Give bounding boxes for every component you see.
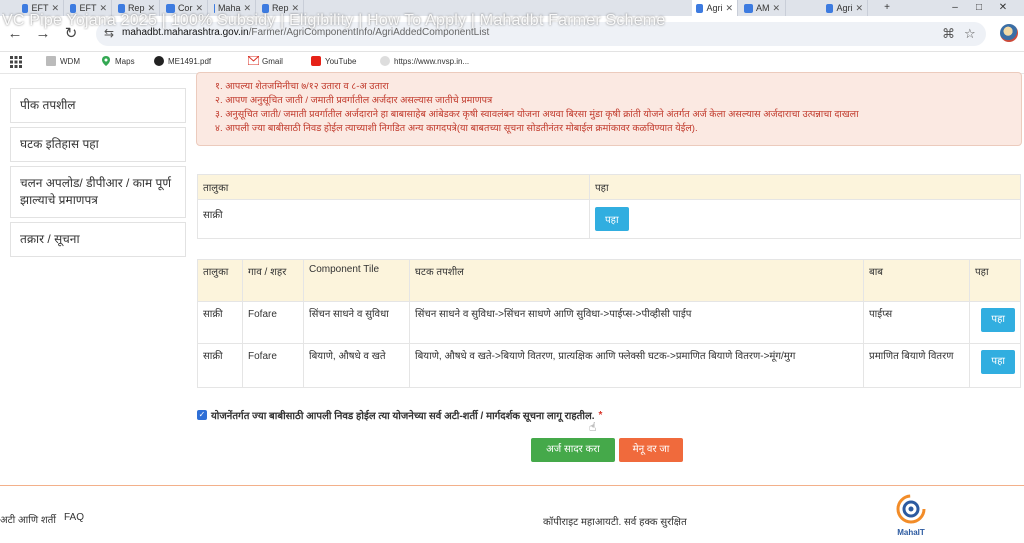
view-button[interactable]: पहा	[981, 308, 1015, 332]
table-header-row: तालुका गाव / शहर Component Tile घटक तपशी…	[197, 259, 1021, 302]
mahait-logo: MahaIT	[888, 493, 934, 541]
bookmark-item[interactable]: Gmail	[247, 55, 283, 66]
maps-pin-icon	[101, 56, 111, 66]
view-button[interactable]: पहा	[595, 207, 629, 231]
tab-favicon	[826, 3, 834, 13]
bookmark-item[interactable]: https://www.nvsp.in...	[380, 56, 469, 66]
detail-cell: सिंचन साधने व सुविधा->सिंचन साधणे आणि सु…	[409, 301, 864, 344]
browser-tab[interactable]: Agri ✕	[822, 0, 868, 16]
maximize-icon[interactable]: □	[972, 2, 986, 14]
notice-line: ३. अनुसूचित जाती/ जमाती प्रवर्गातील अर्ज…	[215, 109, 859, 120]
sidebar-item-crop-details[interactable]: पीक तपशील	[10, 88, 186, 123]
notice-line: ४. आपली ज्या बाबीसाठी निवड होईल त्याच्या…	[215, 123, 698, 134]
footer-terms-link[interactable]: अटी आणि शर्ती	[0, 512, 56, 526]
column-header: तालुका	[197, 174, 590, 200]
detail-cell: बियाणे, औषधे व खते->बियाणे वितरण, प्रात्…	[409, 343, 864, 388]
terms-text: योजनेंतर्गत ज्या बाबीसाठी आपली निवड होईल…	[211, 411, 595, 422]
footer-links: अटी आणि शर्ती FAQ	[0, 512, 84, 526]
profile-avatar[interactable]	[1000, 24, 1018, 42]
youtube-icon	[311, 56, 321, 66]
component-cell: सिंचन साधने व सुविधा	[303, 301, 410, 344]
minimize-icon[interactable]: –	[948, 2, 962, 14]
view-cell: पहा	[969, 301, 1021, 344]
copyright-text: कॉपीराइट महाआयटी. सर्व हक्क सुरक्षित	[543, 517, 687, 528]
taluka-cell: साक्री	[197, 301, 243, 344]
column-header: पहा	[969, 259, 1021, 302]
mahait-logo-icon	[896, 494, 926, 524]
view-button[interactable]: पहा	[981, 350, 1015, 374]
bookmark-item[interactable]: Maps	[101, 56, 135, 66]
close-icon[interactable]: ✕	[855, 3, 863, 14]
component-cell: बियाणे, औषधे व खते	[303, 343, 410, 388]
table-row: साक्री पहा	[197, 199, 1021, 239]
go-to-menu-button[interactable]: मेनू वर जा	[619, 438, 683, 462]
terms-agreement: ✓ योजनेंतर्गत ज्या बाबीसाठी आपली निवड हो…	[197, 408, 602, 422]
video-overlay-title: VC Pipe Yojana 2025 | 100% Subsidy | Eli…	[2, 12, 666, 29]
bookmark-star-icon[interactable]: ☆	[964, 26, 976, 42]
apps-grid-icon[interactable]	[10, 56, 22, 68]
translate-icon[interactable]: ⌘	[942, 26, 955, 42]
taluka-table: तालुका पहा साक्री पहा	[197, 174, 1021, 239]
bookmark-item[interactable]: ME1491.pdf	[154, 56, 211, 66]
table-row: साक्री Fofare बियाणे, औषधे व खते बियाणे,…	[197, 343, 1021, 388]
submit-application-button[interactable]: अर्ज सादर करा	[531, 438, 615, 462]
sidebar-item-challan-upload[interactable]: चलन अपलोड/ डीपीआर / काम पूर्ण झाल्याचे प…	[10, 166, 186, 218]
page-icon	[46, 56, 56, 66]
sidebar-item-complaint[interactable]: तक्रार / सूचना	[10, 222, 186, 257]
column-header: गाव / शहर	[242, 259, 304, 302]
column-header: Component Tile	[303, 259, 410, 302]
gmail-icon	[247, 55, 260, 66]
mouse-cursor-icon: ☝	[589, 420, 597, 434]
table-header-row: तालुका पहा	[197, 174, 1021, 200]
bookmarks-bar: WDM Maps ME1491.pdf Gmail YouTube https:…	[0, 52, 1024, 74]
village-cell: Fofare	[242, 343, 304, 388]
column-header: तालुका	[197, 259, 243, 302]
page-content: पीक तपशील घटक इतिहास पहा चलन अपलोड/ डीपी…	[0, 72, 1024, 543]
village-cell: Fofare	[242, 301, 304, 344]
new-tab-icon[interactable]: +	[880, 2, 894, 14]
footer-divider	[0, 485, 1024, 486]
item-cell: प्रमाणित बियाणे वितरण	[863, 343, 970, 388]
documents-notice: १. आपल्या शेतजमिनीचा ७/१२ उतारा व ८-अ उत…	[196, 72, 1022, 146]
item-cell: पाईप्स	[863, 301, 970, 344]
bookmark-item[interactable]: YouTube	[311, 56, 356, 66]
view-cell: पहा	[589, 199, 1021, 239]
taluka-cell: साक्री	[197, 343, 243, 388]
column-header: घटक तपशील	[409, 259, 864, 302]
footer-faq-link[interactable]: FAQ	[64, 512, 84, 526]
notice-line: २. आपण अनुसूचित जाती / जमाती प्रवर्गातील…	[215, 95, 493, 106]
globe-icon	[380, 56, 390, 66]
column-header: पहा	[589, 174, 1021, 200]
component-table: तालुका गाव / शहर Component Tile घटक तपशी…	[197, 259, 1021, 388]
column-header: बाब	[863, 259, 970, 302]
pdf-globe-icon	[154, 56, 164, 66]
taluka-cell: साक्री	[197, 199, 590, 239]
table-row: साक्री Fofare सिंचन साधने व सुविधा सिंचन…	[197, 301, 1021, 344]
close-window-icon[interactable]: ✕	[996, 2, 1010, 14]
logo-text: MahaIT	[897, 528, 925, 537]
sidebar-menu: पीक तपशील घटक इतिहास पहा चलन अपलोड/ डीपी…	[10, 88, 186, 261]
bookmark-item[interactable]: WDM	[46, 56, 80, 66]
notice-line: १. आपल्या शेतजमिनीचा ७/१२ उतारा व ८-अ उत…	[215, 81, 389, 92]
required-mark: *	[598, 409, 603, 421]
terms-checkbox[interactable]: ✓	[197, 410, 207, 420]
sidebar-item-component-history[interactable]: घटक इतिहास पहा	[10, 127, 186, 162]
view-cell: पहा	[969, 343, 1021, 388]
